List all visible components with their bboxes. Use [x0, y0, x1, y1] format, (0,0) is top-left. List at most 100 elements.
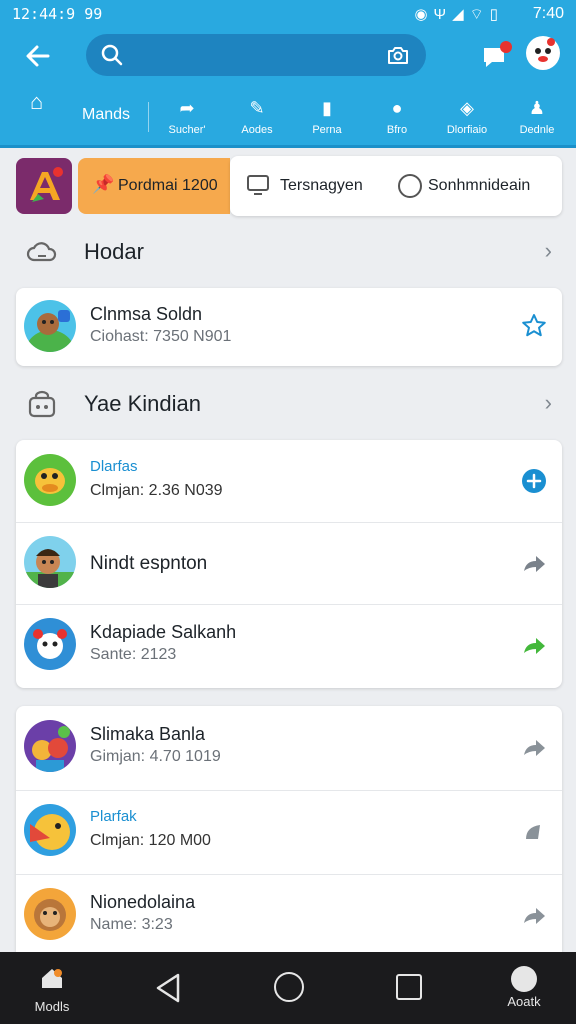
item-subtitle: Sante: 2123 [90, 646, 177, 663]
home-icon [42, 969, 62, 988]
book-icon: ▮ [322, 98, 332, 118]
add-circle-icon[interactable] [520, 467, 548, 495]
lock-icon [28, 390, 56, 418]
chip-label: Pordmai 1200 [118, 177, 218, 194]
tab-label: Dlorfiaio [446, 124, 488, 136]
section-title: Hodar [84, 239, 144, 264]
share-arrow-icon[interactable] [520, 549, 548, 577]
item-title: Slimaka Banla [90, 724, 206, 744]
item-subtitle: Gimjan: 4.70 1019 [90, 748, 221, 765]
avatar [24, 300, 76, 352]
nav-about[interactable]: Aoatk [498, 966, 550, 1009]
tab-label: Perna [312, 124, 342, 136]
person-icon: ♟ [528, 98, 546, 118]
item-title: Nionedolaina [90, 892, 196, 912]
battery-icon: ▯ [489, 6, 504, 23]
status-time-right: 7:40 [532, 5, 564, 22]
nav-models[interactable]: Modls [28, 966, 76, 1014]
tab-label: Aodes [241, 124, 273, 136]
filter-chips: 📌 Pordmai 1200 Tersnagyen Sonhmnideain [0, 150, 576, 220]
avatar [24, 720, 76, 772]
list-card: Dlarfas Clmjan: 2.36 N039 Nindt espnton … [16, 440, 562, 688]
status-bar: 12:44:9 99 ◉Ψ◢⌔▯ 7:40 [0, 0, 576, 30]
share-arrow-icon[interactable] [520, 901, 548, 929]
avatar [24, 454, 76, 506]
avatar [24, 888, 76, 940]
chat-icon: ● [391, 98, 403, 118]
search-bar[interactable] [86, 34, 426, 76]
camera-icon[interactable] [386, 43, 410, 67]
chip-label[interactable]: Sonhmnideain [428, 177, 530, 195]
list-card: Slimaka Banla Gimjan: 4.70 1019 Plarfak … [16, 706, 562, 952]
app-logo-icon[interactable] [16, 158, 72, 214]
item-title: Clnmsa Soldn [90, 304, 203, 324]
avatar [24, 804, 76, 856]
app-bar [0, 30, 576, 88]
status-icons: ◉Ψ◢⌔▯ [414, 5, 504, 24]
chip-group: Tersnagyen Sonhmnideain [230, 156, 562, 216]
featured-card: Clnmsa Soldn Ciohast: 7350 N901 [16, 288, 562, 366]
nav-label: Aoatk [507, 994, 541, 1009]
circle-icon [398, 174, 422, 198]
tab-edit[interactable]: ✎ Aodes [226, 88, 288, 146]
usb-icon: Ψ [433, 6, 453, 23]
share-icon: ➦ [179, 98, 195, 118]
search-icon [101, 44, 123, 66]
item-title: Kdapiade Salkanh [90, 622, 237, 642]
section-header-hodar[interactable]: Hodar › [0, 224, 576, 280]
item-subtitle: Clmjan: 120 M00 [90, 832, 211, 849]
nav-recents-icon[interactable] [396, 974, 422, 1000]
messages-icon[interactable] [480, 40, 514, 70]
bot-avatar-icon[interactable] [526, 36, 560, 70]
item-title: Dlarfas [90, 458, 138, 475]
status-time-left: 12:44:9 99 [12, 5, 103, 23]
pin-icon: 📌 [92, 174, 115, 194]
list-item[interactable]: Plarfak Clmjan: 120 M00 [16, 790, 562, 872]
item-subtitle: Clmjan: 2.36 N039 [90, 482, 223, 499]
nav-label: Modls [34, 999, 70, 1014]
back-arrow-icon[interactable] [22, 40, 58, 76]
tab-fish[interactable]: ◈ Dlorfiaio [436, 88, 498, 146]
section-header-yae-kindian[interactable]: Yae Kindian › [0, 376, 576, 432]
tab-home[interactable]: ⌂ Mands [18, 88, 149, 146]
tab-label: Mands [82, 106, 131, 123]
list-item[interactable]: Dlarfas Clmjan: 2.36 N039 [16, 440, 562, 522]
chevron-right-icon: › [544, 238, 552, 263]
wifi-icon: ⌔ [469, 6, 490, 23]
signal-icon: ◢ [452, 6, 470, 23]
profile-icon [511, 966, 537, 992]
list-item[interactable]: Slimaka Banla Gimjan: 4.70 1019 [16, 706, 562, 788]
nav-home-icon[interactable] [274, 972, 304, 1002]
list-item[interactable]: Nionedolaina Name: 3:23 [16, 874, 562, 952]
share-arrow-icon[interactable] [520, 817, 548, 845]
tab-chat[interactable]: ● Bfro [366, 88, 428, 146]
avatar [24, 536, 76, 588]
tab-person[interactable]: ♟ Dednle [506, 88, 568, 146]
monitor-icon [247, 175, 269, 195]
section-title: Yae Kindian [84, 391, 202, 416]
alarm-icon: ◉ [414, 6, 434, 23]
tab-share[interactable]: ➦ Sucher' [156, 88, 218, 146]
star-icon[interactable] [520, 312, 548, 340]
list-item[interactable]: Clnmsa Soldn Ciohast: 7350 N901 [16, 288, 562, 366]
item-subtitle: Ciohast: 7350 N901 [90, 328, 232, 345]
item-title: Nindt espnton [90, 553, 208, 574]
list-item[interactable]: Nindt espnton [16, 522, 562, 604]
tab-book[interactable]: ▮ Perna [296, 88, 358, 146]
chip-label[interactable]: Tersnagyen [280, 177, 363, 195]
chip-featured[interactable]: 📌 Pordmai 1200 [78, 158, 230, 214]
share-arrow-icon[interactable] [520, 733, 548, 761]
share-arrow-icon[interactable] [520, 631, 548, 659]
edit-icon: ✎ [249, 98, 265, 118]
fish-icon: ◈ [460, 98, 474, 118]
category-tabs: ⌂ Mands ➦ Sucher' ✎ Aodes ▮ Perna ● Bfro… [0, 88, 576, 148]
list-item[interactable]: Kdapiade Salkanh Sante: 2123 [16, 604, 562, 686]
item-title: Plarfak [90, 808, 137, 825]
cloud-icon [26, 242, 57, 262]
chevron-right-icon: › [544, 390, 552, 415]
tab-label: Dednle [519, 124, 555, 136]
home-icon: ⌂ [30, 89, 44, 114]
tab-label: Bfro [386, 124, 408, 136]
item-subtitle: Name: 3:23 [90, 916, 173, 933]
nav-back-icon[interactable] [154, 972, 182, 1004]
